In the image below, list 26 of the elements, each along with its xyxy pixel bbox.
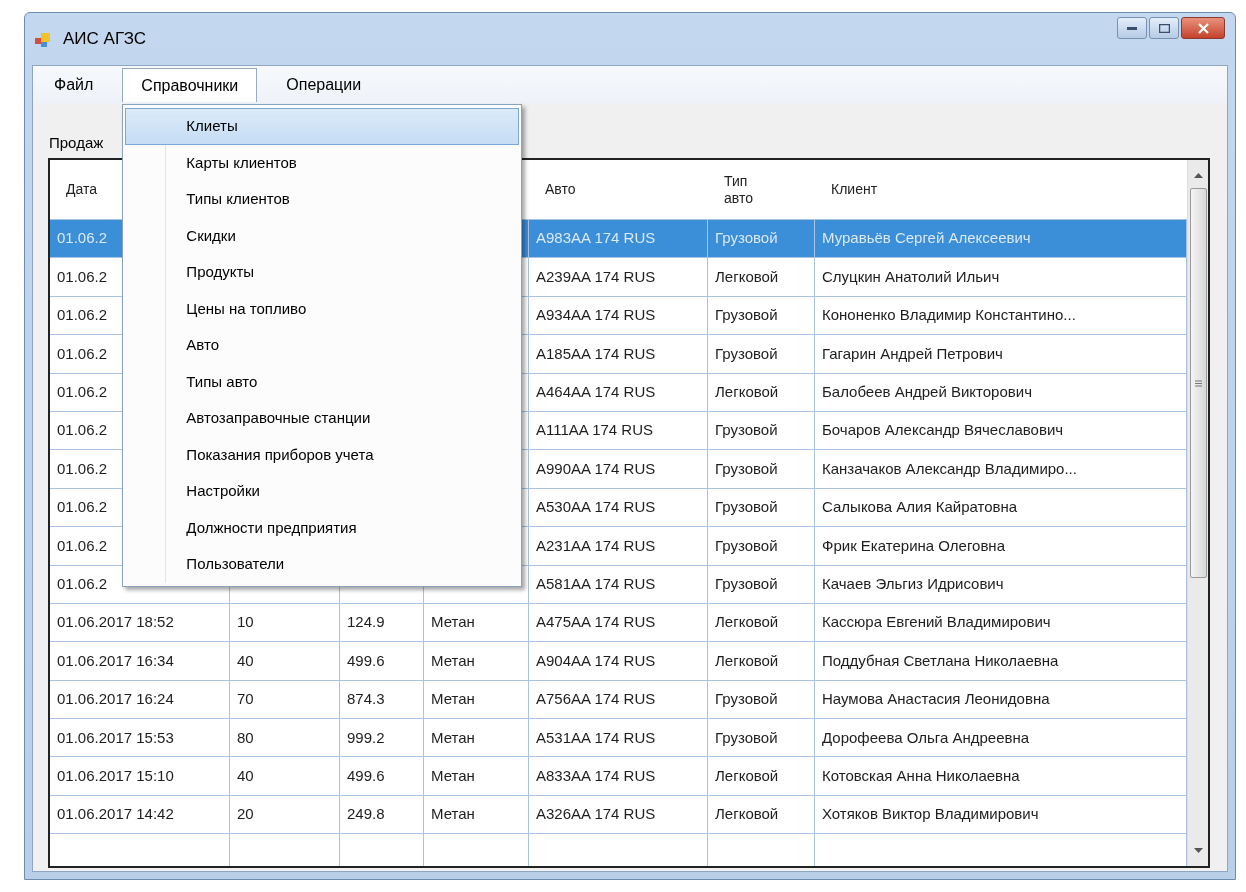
- dropdown-item[interactable]: Клиеты: [125, 108, 520, 145]
- scroll-up-icon[interactable]: [1193, 172, 1203, 178]
- window-title: АИС АГЗС: [63, 28, 147, 51]
- table-cell: Грузовой: [708, 220, 815, 258]
- minimize-button[interactable]: [1117, 17, 1147, 39]
- scrollbar-thumb[interactable]: [1189, 188, 1207, 578]
- table-cell: Муравьёв Сергей Алексеевич: [815, 220, 1187, 258]
- close-icon: [1197, 22, 1209, 34]
- menu-item[interactable]: Файл: [35, 68, 113, 102]
- column-header[interactable]: Клиент: [831, 181, 878, 198]
- column-header[interactable]: Тип авто: [724, 172, 764, 207]
- close-button[interactable]: [1181, 17, 1225, 39]
- menu-item[interactable]: Операции: [267, 68, 381, 102]
- menu-item[interactable]: Справочники: [122, 68, 258, 102]
- grip-icon: [1194, 379, 1202, 387]
- dropdown-item[interactable]: Карты клиентов: [125, 144, 520, 181]
- table-cell: A983AA 174 RUS: [529, 220, 708, 258]
- vertical-scrollbar[interactable]: [1187, 160, 1208, 866]
- scroll-down-icon[interactable]: [1193, 848, 1203, 854]
- maximize-button[interactable]: [1149, 17, 1179, 39]
- column-header[interactable]: Авто: [545, 181, 576, 198]
- maximize-icon: [1158, 23, 1170, 33]
- dropdown-item[interactable]: Типы клиентов: [125, 181, 520, 218]
- section-label: Продаж: [49, 132, 104, 153]
- column-header[interactable]: Дата: [66, 181, 97, 198]
- minimize-icon: [1127, 26, 1137, 30]
